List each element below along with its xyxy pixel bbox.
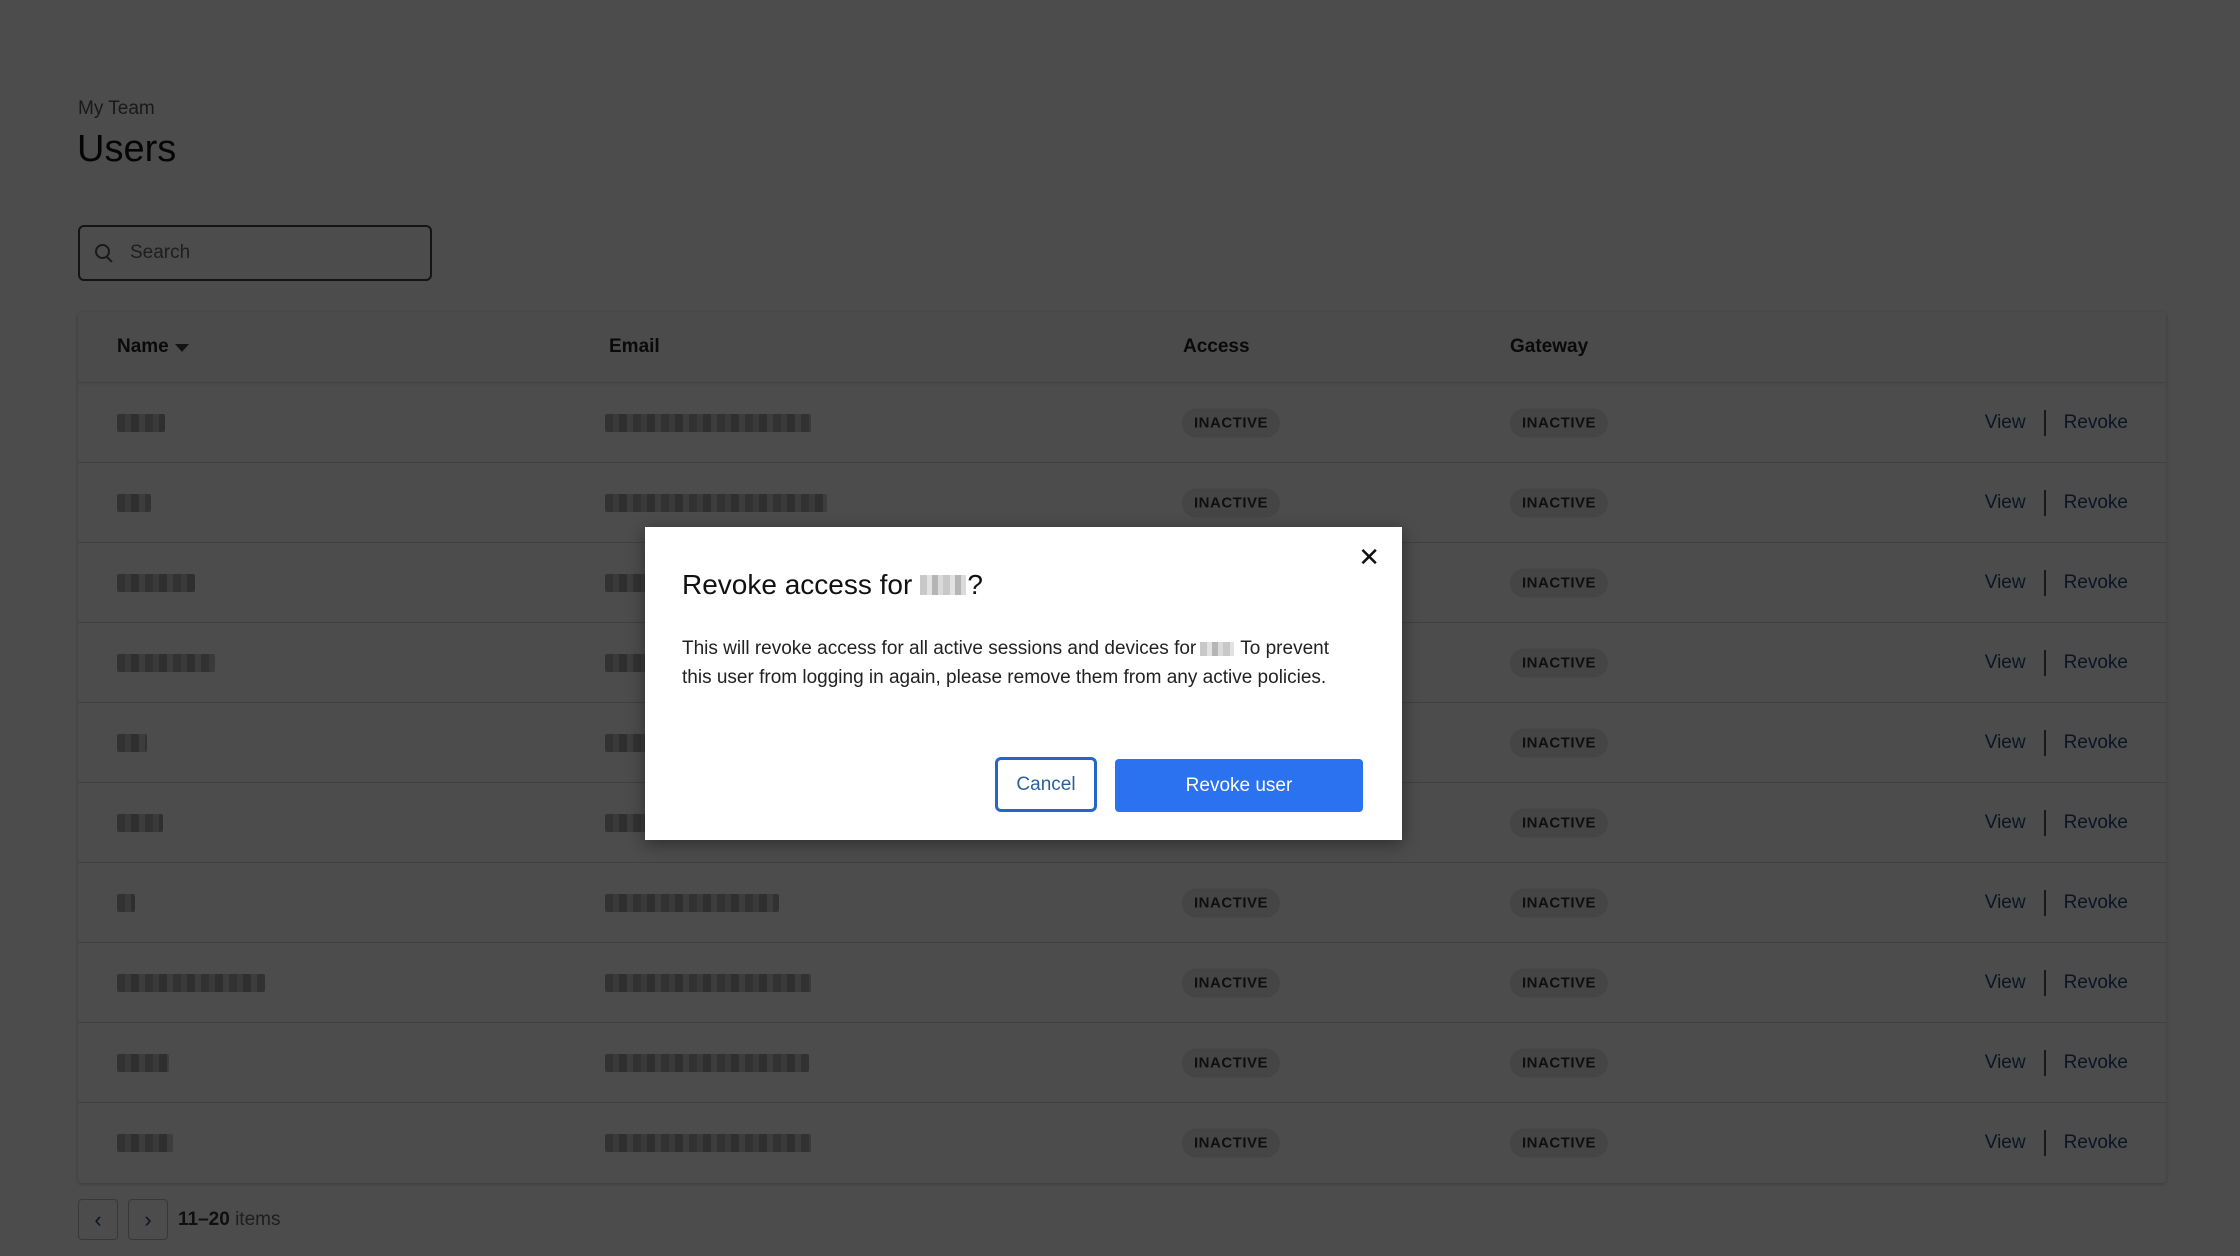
redacted-username: [1200, 641, 1235, 656]
dialog-title-text: Revoke access for: [682, 569, 913, 600]
dialog-message: This will revoke access for all active s…: [682, 635, 1362, 692]
cancel-button[interactable]: Cancel: [995, 757, 1097, 812]
close-icon: ✕: [1358, 543, 1380, 573]
dialog-title: Revoke access for ?: [682, 569, 983, 601]
revoke-access-dialog: ✕ Revoke access for ? This will revoke a…: [645, 527, 1402, 840]
dialog-message-part1: This will revoke access for all active s…: [682, 638, 1197, 659]
dialog-title-suffix: ?: [967, 569, 983, 600]
revoke-user-button[interactable]: Revoke user: [1115, 759, 1363, 812]
redacted-username: [920, 575, 967, 595]
close-button[interactable]: ✕: [1358, 545, 1380, 571]
